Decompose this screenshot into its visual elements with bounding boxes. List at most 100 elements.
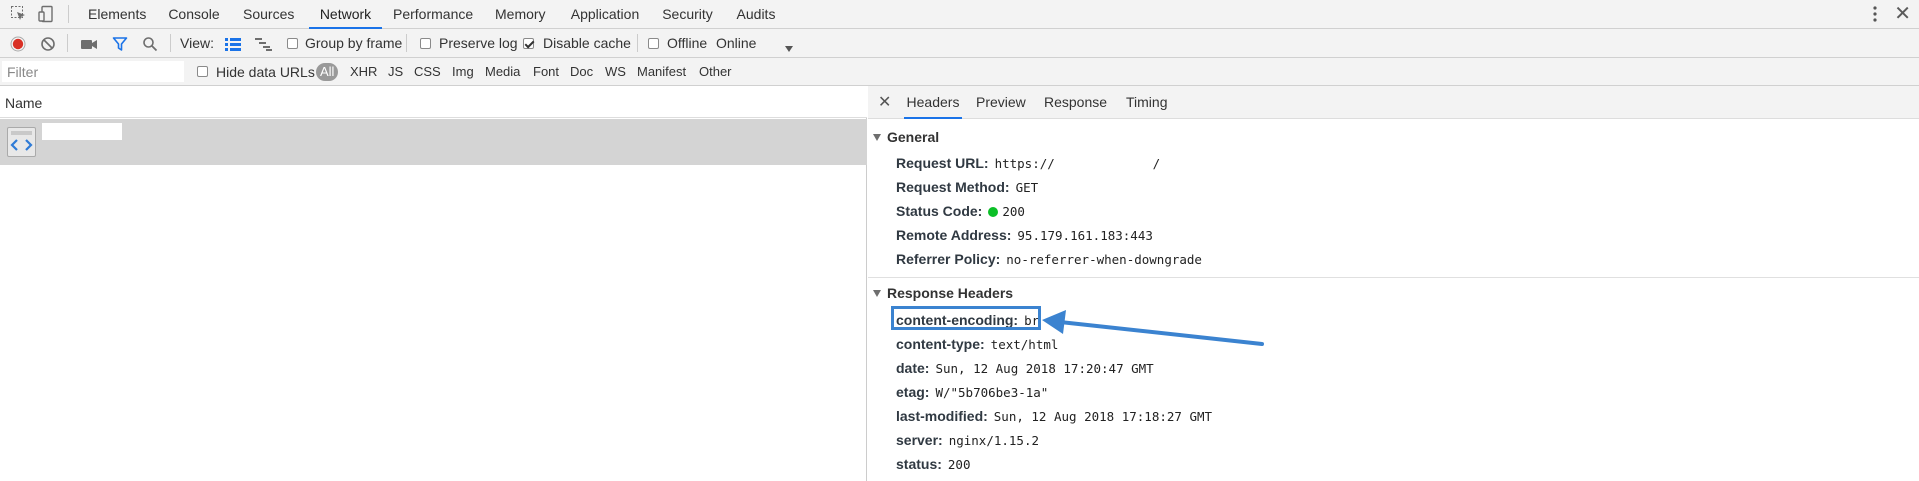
- device-toolbar-icon[interactable]: [37, 4, 57, 24]
- filter-type-other[interactable]: Other: [695, 63, 736, 81]
- toolbar-separator: [406, 34, 407, 52]
- details-tab-bar: ✕ Headers Preview Response Timing: [868, 86, 1919, 119]
- header-key: date:: [896, 360, 930, 376]
- filter-input[interactable]: [2, 61, 184, 82]
- header-value: Sun, 12 Aug 2018 17:18:27 GMT: [993, 409, 1213, 424]
- tab-console[interactable]: Console: [168, 0, 220, 29]
- filter-type-manifest[interactable]: Manifest: [633, 63, 690, 81]
- filter-type-ws[interactable]: WS: [601, 63, 630, 81]
- expand-triangle-icon: [873, 290, 881, 297]
- response-headers-section-header[interactable]: Response Headers: [868, 285, 1013, 301]
- header-key: Status Code:: [896, 203, 983, 219]
- header-row: Referrer Policy: no-referrer-when-downgra…: [896, 251, 1202, 267]
- overview-waterfall-icon[interactable]: [255, 37, 273, 54]
- clear-icon[interactable]: [40, 36, 56, 55]
- header-row: Request Method: GET: [896, 179, 1038, 195]
- hide-data-urls-checkbox[interactable]: [197, 66, 208, 77]
- name-column-label: Name: [5, 95, 43, 111]
- annotation-highlight-box: [891, 306, 1041, 330]
- header-row: etag: W/"5b706be3-1a": [896, 384, 1048, 400]
- header-value: 200: [947, 457, 971, 472]
- toolbar-separator: [170, 34, 171, 52]
- header-key: Request Method:: [896, 179, 1010, 195]
- filter-type-img[interactable]: Img: [448, 63, 478, 81]
- filter-type-all[interactable]: All: [316, 63, 339, 81]
- header-key: last-modified:: [896, 408, 988, 424]
- tab-preview[interactable]: Preview: [976, 86, 1026, 119]
- tab-timing[interactable]: Timing: [1126, 86, 1168, 119]
- header-key: server:: [896, 432, 943, 448]
- toolbar-separator: [67, 34, 68, 52]
- tab-network[interactable]: Network: [309, 0, 382, 29]
- annotation-arrow-icon: [1042, 310, 1264, 346]
- header-row: Remote Address: 95.179.161.183:443: [896, 227, 1153, 243]
- header-key: Request URL:: [896, 155, 989, 171]
- general-section-header[interactable]: General: [868, 129, 939, 145]
- close-details-icon[interactable]: ✕: [878, 92, 891, 112]
- filter-type-js[interactable]: JS: [384, 63, 407, 81]
- header-key: Remote Address:: [896, 227, 1012, 243]
- tab-application[interactable]: Application: [570, 0, 640, 29]
- tab-headers[interactable]: Headers: [904, 86, 962, 119]
- large-request-rows-icon[interactable]: [225, 37, 241, 54]
- inspect-element-icon[interactable]: [9, 4, 29, 24]
- network-toolbar: View: Group by frame Preserve log Disabl…: [0, 29, 1919, 58]
- view-label: View:: [180, 35, 214, 51]
- header-row: server: nginx/1.15.2: [896, 432, 1039, 448]
- header-key: etag:: [896, 384, 930, 400]
- header-value: 200: [1002, 204, 1025, 219]
- request-details-panel: ✕ Headers Preview Response Timing Genera…: [868, 86, 1919, 481]
- header-row: last-modified: Sun, 12 Aug 2018 17:18:27 …: [896, 408, 1212, 424]
- tab-audits[interactable]: Audits: [736, 0, 776, 29]
- response-headers-title: Response Headers: [887, 285, 1014, 301]
- record-icon[interactable]: [10, 36, 26, 55]
- header-key: content-type:: [896, 336, 985, 352]
- header-row: Request URL: https:// /: [896, 155, 1160, 171]
- capture-screenshots-icon[interactable]: [80, 36, 98, 55]
- header-value: nginx/1.15.2: [948, 433, 1040, 448]
- header-key: Referrer Policy:: [896, 251, 1001, 267]
- request-list-panel: Name: [0, 86, 867, 481]
- filter-type-media[interactable]: Media: [481, 63, 524, 81]
- tab-security[interactable]: Security: [662, 0, 713, 29]
- header-row: Status Code: 200: [896, 203, 1025, 219]
- filter-type-xhr[interactable]: XHR: [346, 63, 381, 81]
- header-value: Sun, 12 Aug 2018 17:20:47 GMT: [935, 361, 1154, 376]
- tab-performance[interactable]: Performance: [393, 0, 473, 29]
- throttling-select[interactable]: Online: [716, 29, 756, 58]
- group-by-frame-checkbox[interactable]: [287, 38, 298, 49]
- filter-type-css[interactable]: CSS: [410, 63, 445, 81]
- filter-bar: Hide data URLs All XHR JS CSS Img Media …: [0, 58, 1919, 86]
- preserve-log-label: Preserve log: [439, 35, 518, 51]
- close-devtools-icon[interactable]: ✕: [1894, 2, 1911, 26]
- tab-separator: [68, 5, 69, 23]
- preserve-log-checkbox[interactable]: [420, 38, 431, 49]
- status-ok-icon: [988, 207, 999, 217]
- header-value: 95.179.161.183:443: [1017, 228, 1153, 243]
- expand-triangle-icon: [873, 134, 881, 141]
- tab-elements[interactable]: Elements: [88, 0, 146, 29]
- offline-label: Offline: [667, 35, 708, 51]
- header-row: status: 200: [896, 456, 970, 472]
- request-row[interactable]: [0, 119, 867, 165]
- disable-cache-label: Disable cache: [543, 35, 631, 51]
- more-options-icon[interactable]: [1871, 4, 1879, 24]
- search-icon[interactable]: [142, 36, 158, 55]
- disable-cache-checkbox[interactable]: [523, 38, 534, 49]
- filter-type-font[interactable]: Font: [529, 63, 563, 81]
- tab-response[interactable]: Response: [1044, 86, 1107, 119]
- chevron-down-icon[interactable]: [784, 40, 794, 56]
- general-title: General: [887, 129, 940, 145]
- section-divider: [868, 277, 1919, 278]
- tab-memory[interactable]: Memory: [495, 0, 546, 29]
- toolbar-separator: [637, 34, 638, 52]
- name-column-header[interactable]: Name: [0, 86, 867, 118]
- offline-checkbox[interactable]: [648, 38, 659, 49]
- header-value: https:// /: [994, 156, 1161, 171]
- header-value: GET: [1015, 180, 1039, 195]
- tab-sources[interactable]: Sources: [243, 0, 294, 29]
- header-key: status:: [896, 456, 942, 472]
- filter-icon[interactable]: [112, 36, 128, 55]
- filter-type-doc[interactable]: Doc: [566, 63, 597, 81]
- header-row: date: Sun, 12 Aug 2018 17:20:47 GMT: [896, 360, 1154, 376]
